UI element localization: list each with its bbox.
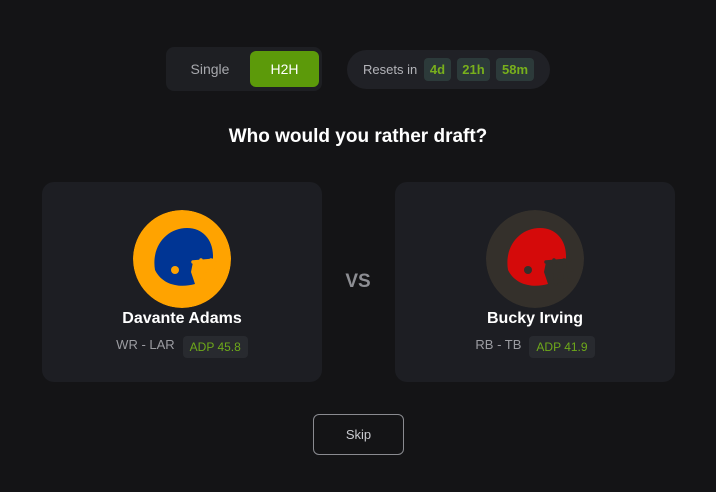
skip-button[interactable]: Skip	[313, 414, 404, 455]
football-helmet-icon	[133, 210, 231, 308]
player-meta: RB - TB ADP 41.9	[395, 332, 675, 358]
team-helmet-avatar	[486, 210, 584, 308]
player-position-team: WR - LAR	[116, 337, 175, 352]
team-helmet-avatar	[133, 210, 231, 308]
player-card-right[interactable]: Bucky Irving RB - TB ADP 41.9	[395, 182, 675, 382]
reset-timer: Resets in 4d 21h 58m	[347, 50, 550, 89]
mode-single-button[interactable]: Single	[170, 51, 250, 87]
football-helmet-icon	[486, 210, 584, 308]
mode-toggle: Single H2H	[166, 47, 322, 91]
question-heading: Who would you rather draft?	[228, 126, 488, 147]
timer-hours: 21h	[457, 58, 490, 81]
player-card-left[interactable]: Davante Adams WR - LAR ADP 45.8	[42, 182, 322, 382]
player-meta: WR - LAR ADP 45.8	[42, 332, 322, 358]
player-name: Bucky Irving	[486, 310, 584, 327]
resets-label: Resets in	[363, 62, 418, 77]
timer-minutes: 58m	[496, 58, 534, 81]
player-position-team: RB - TB	[475, 337, 522, 352]
player-name: Davante Adams	[122, 310, 242, 327]
adp-badge: ADP 45.8	[182, 336, 248, 358]
timer-days: 4d	[424, 58, 451, 81]
vs-label: VS	[345, 271, 371, 292]
adp-badge: ADP 41.9	[529, 336, 595, 358]
mode-h2h-button[interactable]: H2H	[250, 51, 319, 87]
